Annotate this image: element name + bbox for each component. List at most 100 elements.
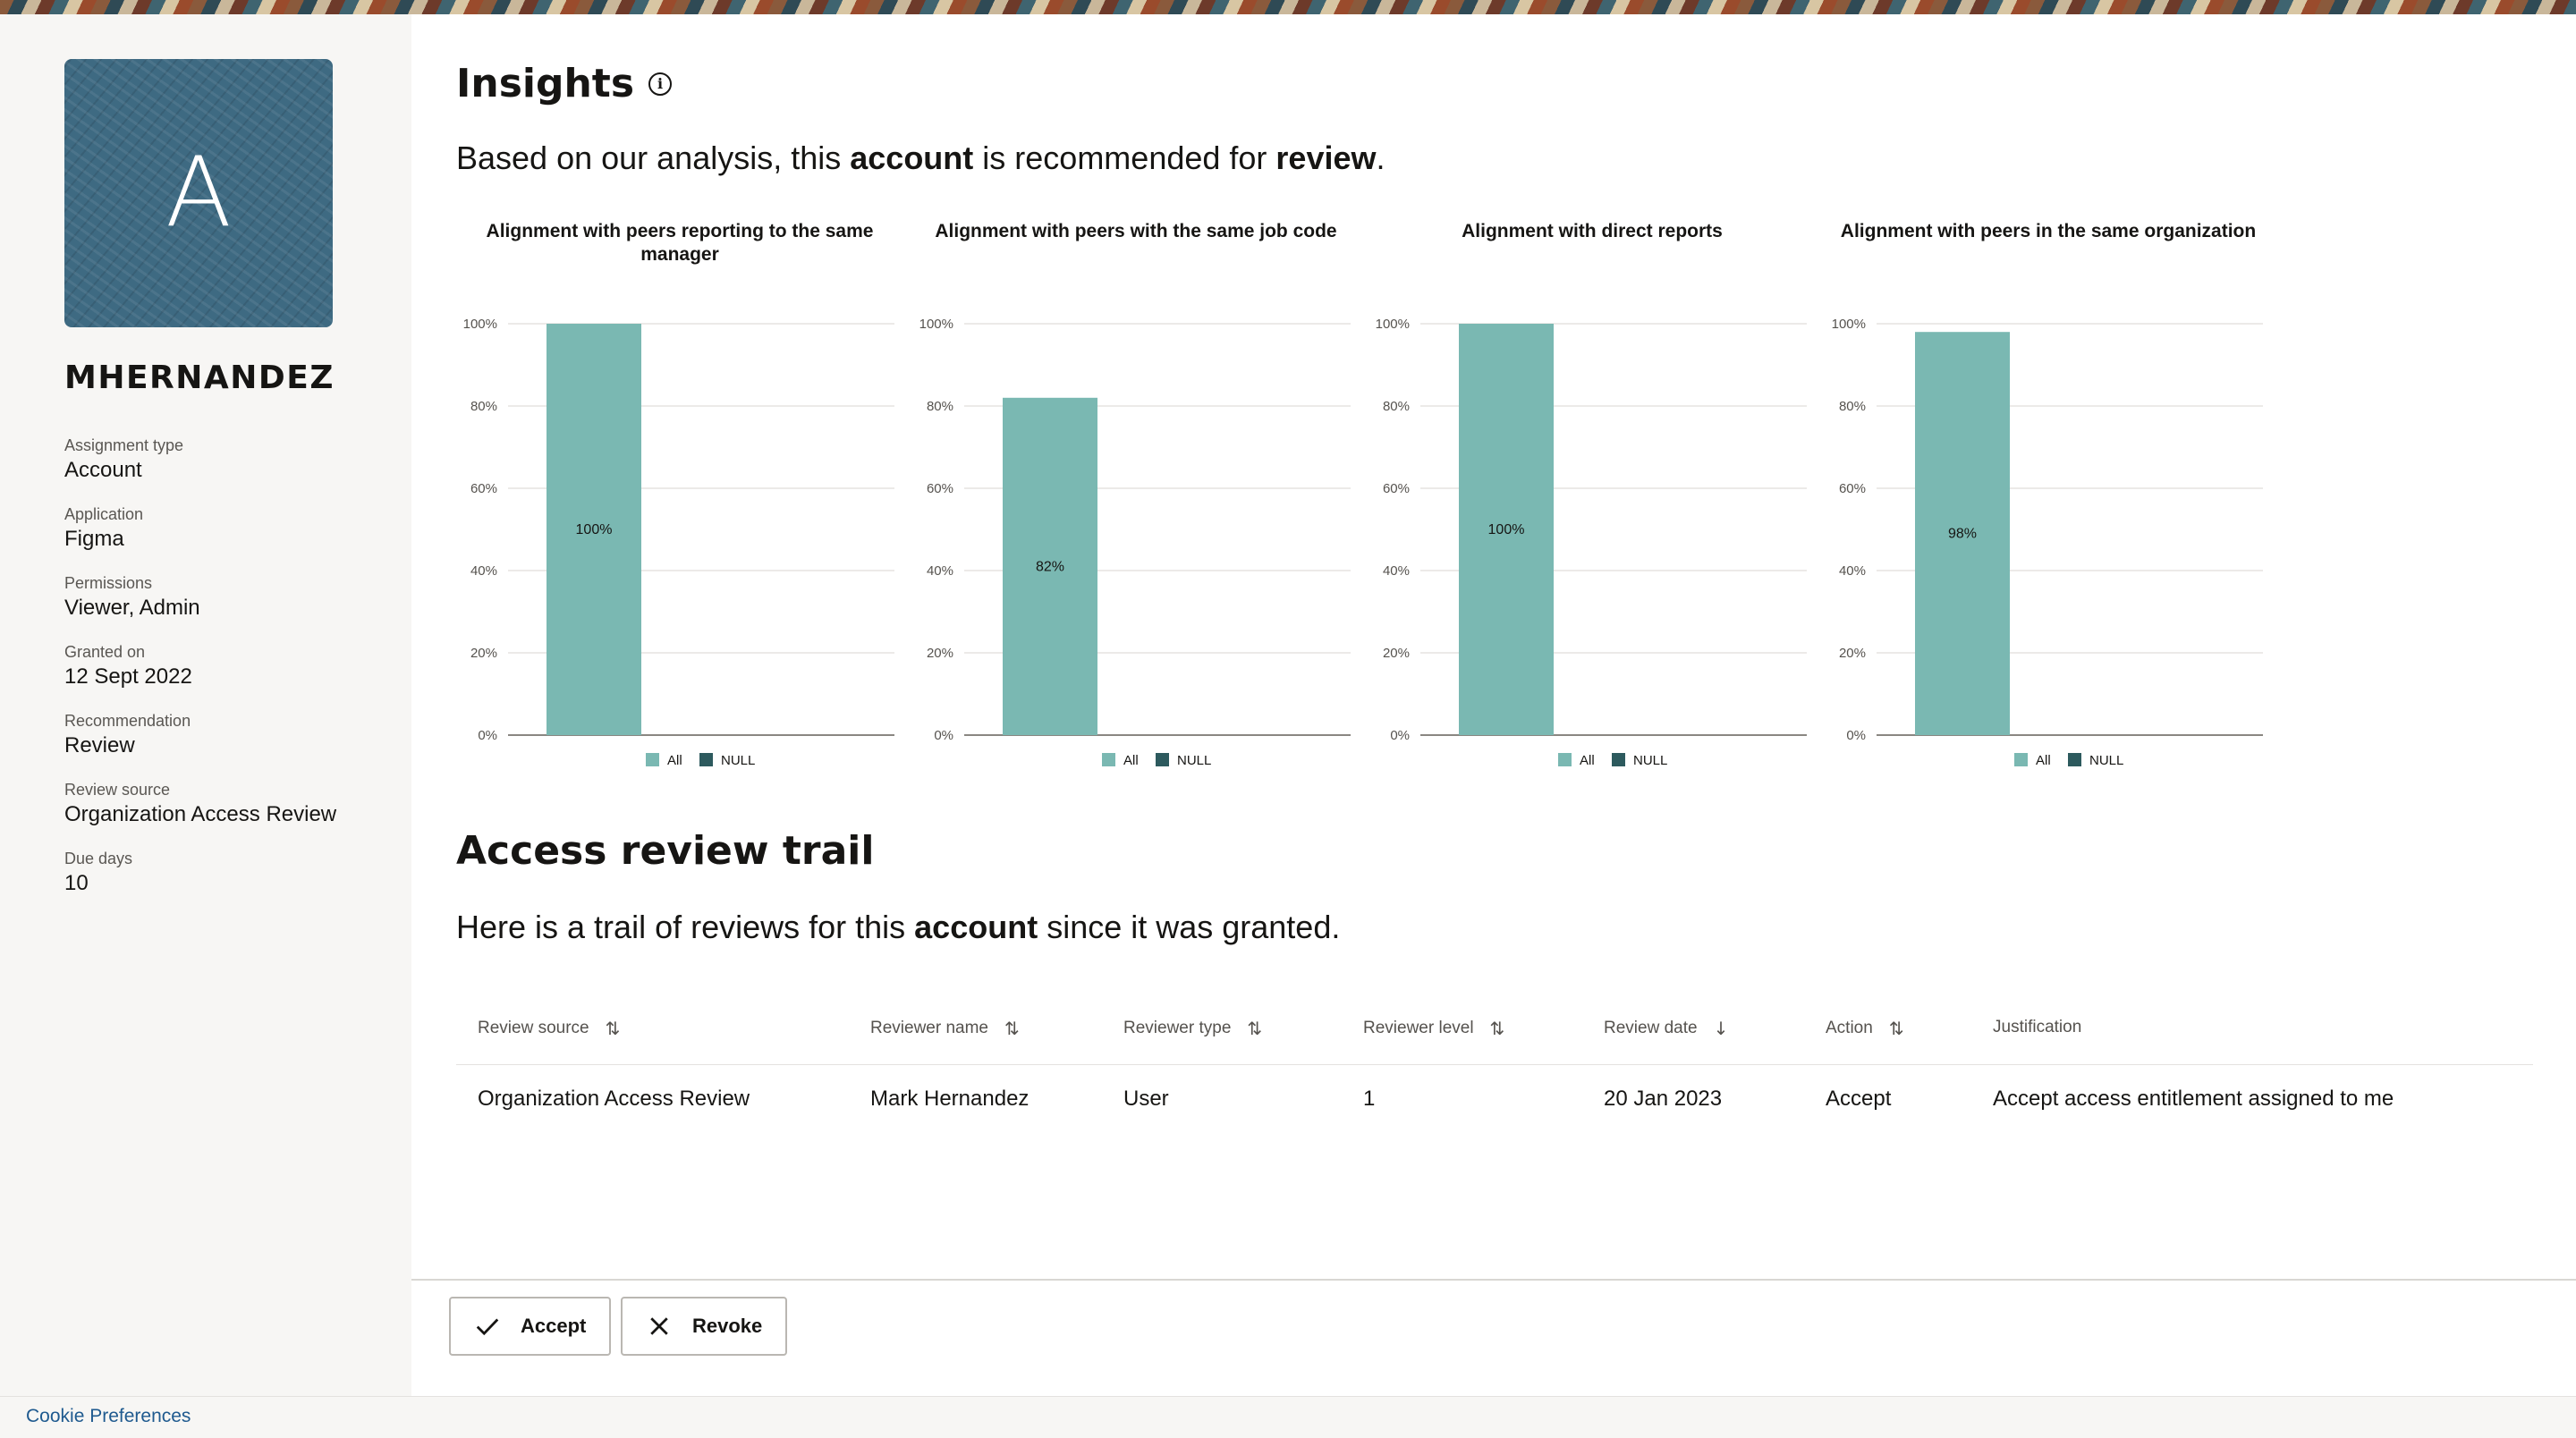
chart-peers-same-job-code: Alignment with peers with the same job c…	[912, 220, 1360, 792]
column-header-reviewer-level[interactable]: Reviewer level ⇅	[1363, 1018, 1504, 1039]
sort-both-icon[interactable]: ⇅	[1004, 1018, 1020, 1039]
info-icon[interactable]: i	[648, 72, 673, 96]
cell-justification: Accept access entitlement assigned to me	[1993, 1087, 2394, 1111]
field-recommendation: Recommendation Review	[64, 710, 369, 759]
data-label: 100%	[576, 522, 613, 537]
field-label: Permissions	[64, 574, 153, 592]
field-value: Viewer, Admin	[64, 596, 200, 620]
column-header-reviewer-name[interactable]: Reviewer name ⇅	[870, 1018, 1020, 1039]
field-label: Granted on	[64, 643, 146, 661]
cell-review-date: 20 Jan 2023	[1604, 1087, 1723, 1111]
summary-bold: account	[914, 909, 1038, 945]
column-label: Review date	[1604, 1019, 1698, 1037]
sort-both-icon[interactable]: ⇅	[1247, 1018, 1262, 1039]
profile-sidebar: A MHERNANDEZ Assignment type Account App…	[0, 14, 411, 1396]
y-tick-label: 80%	[470, 399, 497, 414]
cell-review-source: Organization Access Review	[478, 1087, 750, 1111]
revoke-button[interactable]: Revoke	[621, 1297, 788, 1356]
close-icon	[650, 1317, 668, 1335]
insights-heading: Insights i	[456, 61, 673, 106]
review-trail-table: Review source ⇅ Reviewer name ⇅ Reviewer…	[456, 989, 2533, 1135]
y-tick-label: 0%	[1390, 728, 1410, 743]
avatar: A	[64, 59, 333, 327]
field-value: Figma	[64, 527, 124, 551]
summary-text: is recommended for	[973, 140, 1276, 176]
field-permissions: Permissions Viewer, Admin	[64, 572, 369, 622]
y-tick-label: 40%	[1383, 563, 1410, 579]
y-tick-label: 20%	[1383, 646, 1410, 661]
table-row: Organization Access Review Mark Hernande…	[456, 1065, 2533, 1135]
column-label: Review source	[478, 1019, 589, 1037]
check-icon	[476, 1318, 499, 1336]
field-granted-on: Granted on 12 Sept 2022	[64, 641, 369, 690]
chart-canvas: 0% 20% 40% 60% 80% 100% 100% All NULL	[463, 317, 894, 768]
y-tick-label: 0%	[478, 728, 497, 743]
y-tick-label: 100%	[1832, 317, 1866, 332]
chart-canvas: 0% 20% 40% 60% 80% 100% 98% All NULL	[1832, 317, 2263, 768]
legend-label: All	[1123, 753, 1139, 768]
y-tick-label: 60%	[927, 481, 953, 496]
accept-label: Accept	[521, 1315, 587, 1337]
y-tick-label: 0%	[934, 728, 953, 743]
legend-label: All	[2036, 753, 2051, 768]
summary-text: Here is a trail of reviews for this	[456, 909, 915, 945]
details-list: Assignment type Account Application Figm…	[64, 435, 369, 917]
summary-text: .	[1376, 140, 1385, 176]
cell-action: Accept	[1826, 1087, 1892, 1111]
decorative-banner	[0, 0, 2576, 14]
y-tick-label: 100%	[919, 317, 953, 332]
field-label: Recommendation	[64, 712, 191, 730]
trail-heading: Access review trail	[456, 828, 875, 874]
legend-swatch	[2068, 753, 2081, 766]
legend-swatch	[2014, 753, 2028, 766]
summary-bold: review	[1275, 140, 1377, 176]
username: MHERNANDEZ	[64, 360, 335, 396]
column-label: Justification	[1993, 1018, 2082, 1036]
chart-peers-same-manager: Alignment with peers reporting to the sa…	[456, 220, 903, 792]
sort-both-icon[interactable]: ⇅	[606, 1018, 621, 1039]
revoke-label: Revoke	[692, 1315, 763, 1337]
insights-summary: Based on our analysis, this account is r…	[456, 140, 1385, 177]
y-tick-label: 80%	[1839, 399, 1866, 414]
chart-canvas: 0% 20% 40% 60% 80% 100% 100% All NULL	[1376, 317, 1807, 768]
y-tick-label: 60%	[1383, 481, 1410, 496]
legend-swatch	[1612, 753, 1625, 766]
column-header-review-date[interactable]: Review date ↓	[1604, 1018, 1728, 1039]
legend-label: NULL	[721, 753, 755, 768]
cell-reviewer-name: Mark Hernandez	[870, 1087, 1030, 1111]
chart-peers-same-organization: Alignment with peers in the same organiz…	[1825, 220, 2272, 792]
y-tick-label: 100%	[1376, 317, 1410, 332]
y-tick-label: 40%	[927, 563, 953, 579]
page-footer: Cookie Preferences	[0, 1396, 2576, 1438]
main-content: Insights i Based on our analysis, this a…	[411, 14, 2576, 1279]
field-label: Review source	[64, 781, 171, 799]
column-label: Reviewer name	[870, 1019, 988, 1037]
legend-swatch	[1156, 753, 1169, 766]
column-header-review-source[interactable]: Review source ⇅	[478, 1018, 620, 1039]
legend-swatch	[1558, 753, 1572, 766]
field-assignment-type: Assignment type Account	[64, 435, 369, 484]
legend-label: All	[667, 753, 682, 768]
y-tick-label: 40%	[1839, 563, 1866, 579]
sort-both-icon[interactable]: ⇅	[1490, 1018, 1505, 1039]
y-tick-label: 60%	[470, 481, 497, 496]
cell-reviewer-type: User	[1123, 1087, 1169, 1111]
legend-swatch	[699, 753, 713, 766]
legend-label: All	[1580, 753, 1595, 768]
cell-reviewer-level: 1	[1363, 1087, 1376, 1111]
accept-button[interactable]: Accept	[449, 1297, 612, 1356]
sort-both-icon[interactable]: ⇅	[1889, 1018, 1904, 1039]
cookie-preferences-link[interactable]: Cookie Preferences	[26, 1406, 191, 1427]
table-header: Review source ⇅ Reviewer name ⇅ Reviewer…	[456, 989, 2533, 1065]
column-label: Action	[1826, 1019, 1873, 1037]
field-application: Application Figma	[64, 503, 369, 553]
legend-swatch	[1102, 753, 1115, 766]
data-label: 98%	[1948, 527, 1977, 542]
y-tick-label: 60%	[1839, 481, 1866, 496]
summary-text: since it was granted.	[1038, 909, 1341, 945]
column-header-reviewer-type[interactable]: Reviewer type ⇅	[1123, 1018, 1262, 1039]
legend-label: NULL	[2089, 753, 2123, 768]
column-header-action[interactable]: Action ⇅	[1826, 1018, 1904, 1039]
sort-descending-icon[interactable]: ↓	[1714, 1018, 1729, 1039]
y-tick-label: 20%	[1839, 646, 1866, 661]
